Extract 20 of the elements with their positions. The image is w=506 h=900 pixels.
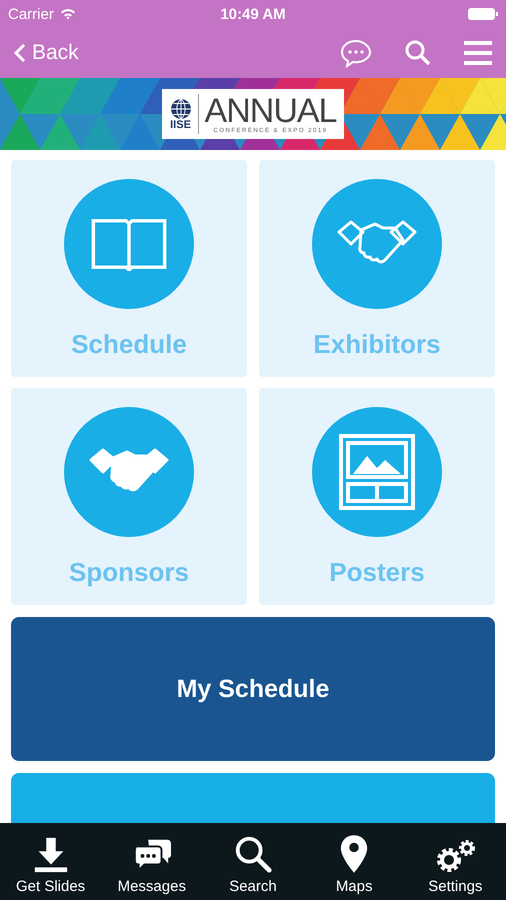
my-schedule-button[interactable]: My Schedule bbox=[11, 617, 495, 761]
globe-icon bbox=[170, 98, 192, 120]
tab-item[interactable]: Get Slides bbox=[0, 823, 101, 900]
chevron-icon bbox=[14, 43, 26, 63]
tab-item[interactable]: Maps bbox=[304, 823, 404, 900]
clock-text: 10:49 AM bbox=[220, 6, 286, 22]
book-icon bbox=[90, 217, 168, 271]
chat-icon[interactable] bbox=[340, 38, 372, 68]
tab-item[interactable]: Messages bbox=[102, 823, 202, 900]
tab-item[interactable]: Search bbox=[202, 823, 303, 900]
logo-title: ANNUAL bbox=[204, 94, 336, 128]
search-icon[interactable] bbox=[404, 39, 432, 67]
tab-item[interactable]: Settings bbox=[405, 823, 506, 900]
poster-icon bbox=[337, 432, 417, 512]
battery-icon bbox=[468, 8, 498, 20]
wifi-icon bbox=[60, 8, 76, 20]
menu-icon[interactable] bbox=[464, 40, 492, 66]
map-pin-icon bbox=[339, 834, 370, 874]
carrier-text: Carrier bbox=[8, 6, 54, 22]
org-text: IISE bbox=[170, 120, 191, 130]
